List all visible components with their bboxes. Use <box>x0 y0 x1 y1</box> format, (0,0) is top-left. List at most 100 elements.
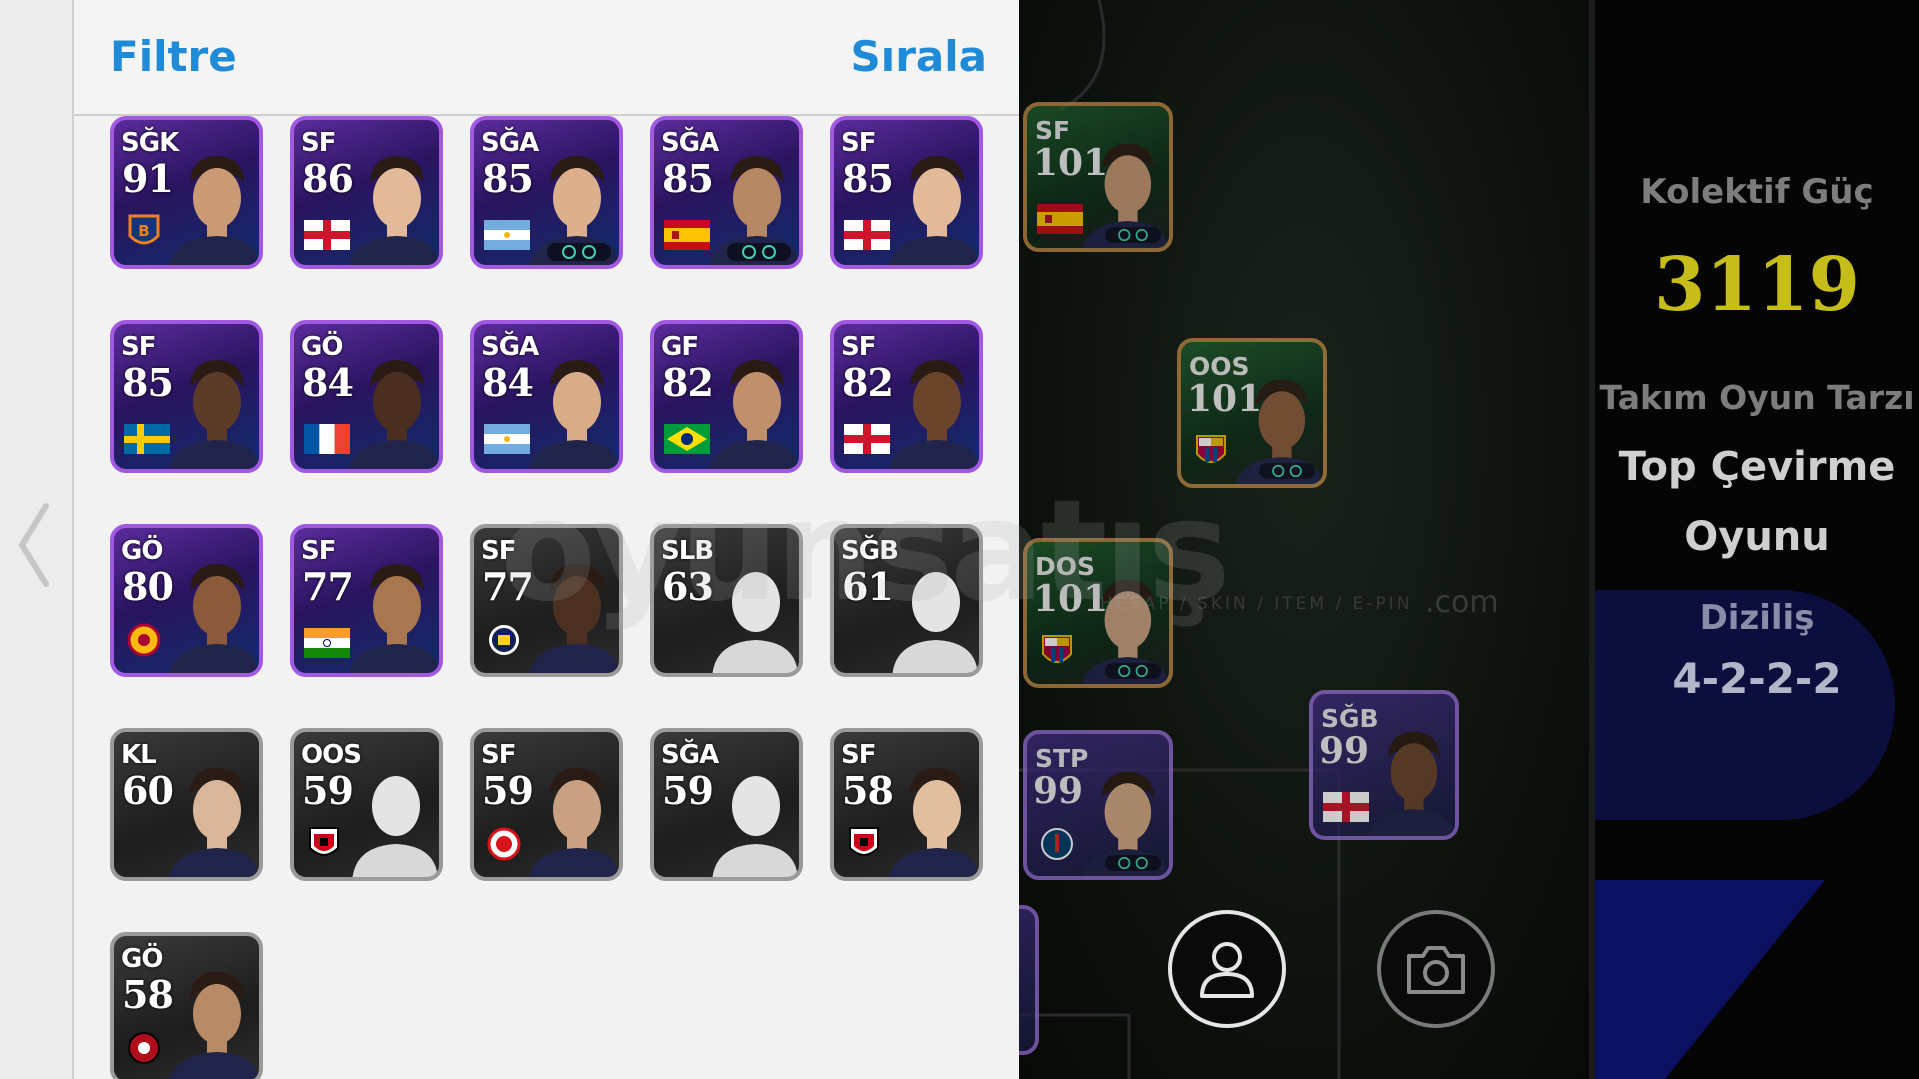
fenerbahce-badge-icon <box>489 625 519 655</box>
karagumruk-badge-icon <box>128 1032 160 1064</box>
player-card[interactable]: GÖ 84 <box>290 320 443 473</box>
filter-button[interactable]: Filtre <box>110 32 237 81</box>
player-portrait <box>169 360 258 469</box>
player-card[interactable]: SF 77 <box>290 524 443 677</box>
player-portrait <box>349 156 438 265</box>
team-style-label: Takım Oyun Tarzı <box>1599 378 1915 417</box>
player-card[interactable]: SF 58 <box>830 728 983 881</box>
slot-position: SĞB <box>1321 704 1379 733</box>
skill-dots-icon <box>727 243 791 261</box>
camera-icon <box>1407 946 1465 994</box>
player-rating: 77 <box>302 564 354 609</box>
player-card[interactable]: SĞA 84 <box>470 320 623 473</box>
player-portrait <box>529 360 618 469</box>
france-flag-icon <box>304 424 350 454</box>
pitch-slot-partial[interactable] <box>1019 905 1039 1055</box>
player-position: SĞA <box>661 740 719 770</box>
player-rating: 86 <box>302 156 354 201</box>
player-portrait <box>709 360 798 469</box>
player-position: SF <box>481 536 516 566</box>
player-portrait <box>889 360 978 469</box>
skill-dots-icon <box>1105 855 1161 871</box>
player-portrait <box>169 972 258 1079</box>
player-portrait <box>349 360 438 469</box>
player-card[interactable]: SF 59 <box>470 728 623 881</box>
player-portrait <box>889 156 978 265</box>
slot-rating: 99 <box>1319 730 1370 772</box>
brazil-flag-icon <box>664 424 710 454</box>
player-card[interactable]: SF 86 <box>290 116 443 269</box>
player-portrait <box>169 564 258 673</box>
player-card[interactable]: SĞA 85 <box>650 116 803 269</box>
slot-position: OOS <box>1189 352 1250 381</box>
player-card[interactable]: KL 60 <box>110 728 263 881</box>
sweden-flag-icon <box>124 424 170 454</box>
player-card[interactable]: SĞA 59 <box>650 728 803 881</box>
pitch-player-slot[interactable]: SF 101 <box>1023 102 1173 252</box>
barcelona-badge-icon <box>1196 435 1226 463</box>
pitch-player-slot[interactable]: STP 99 <box>1023 730 1173 880</box>
slot-position: DOS <box>1035 552 1096 581</box>
player-card[interactable]: SĞK 91 B <box>110 116 263 269</box>
pitch-player-slot[interactable]: SĞB 99 <box>1309 690 1459 840</box>
player-portrait <box>169 768 258 877</box>
player-card[interactable]: SF 77 <box>470 524 623 677</box>
england-flag-icon <box>304 220 350 250</box>
player-card[interactable]: GF 82 <box>650 320 803 473</box>
slot-rating: 101 <box>1033 578 1109 620</box>
player-card[interactable]: GÖ 80 <box>110 524 263 677</box>
spain-flag-icon <box>1037 204 1083 234</box>
player-card[interactable]: SF 85 <box>830 116 983 269</box>
svg-text:B: B <box>138 222 149 240</box>
player-card[interactable]: GÖ 58 <box>110 932 263 1079</box>
basaksehir-badge-icon: B <box>128 214 160 245</box>
camera-button[interactable] <box>1377 910 1495 1028</box>
player-position: SF <box>841 128 876 158</box>
player-rating: 61 <box>842 564 894 609</box>
player-card[interactable]: SĞA 85 <box>470 116 623 269</box>
chevron-left-icon[interactable] <box>14 500 54 590</box>
decorative-band <box>1595 880 1825 1079</box>
pitch-player-slot[interactable]: DOS 101 <box>1023 538 1173 688</box>
pitch-player-slot[interactable]: OOS 101 <box>1177 338 1327 488</box>
slot-position: SF <box>1035 116 1071 145</box>
player-position: SĞA <box>481 332 539 362</box>
player-position: SF <box>841 740 876 770</box>
player-rating: 58 <box>122 972 174 1017</box>
barcelona-badge-icon <box>1042 635 1072 663</box>
england-flag-icon <box>1323 792 1369 822</box>
team-style-value: Top Çevirme Oyunu <box>1595 432 1919 572</box>
slot-rating: 101 <box>1033 142 1109 184</box>
player-rating: 85 <box>842 156 894 201</box>
player-card[interactable]: SĞB 61 <box>830 524 983 677</box>
player-rating: 85 <box>122 360 174 405</box>
formation-label: Diziliş <box>1699 598 1815 638</box>
player-portrait <box>1367 731 1454 836</box>
player-card[interactable]: SF 82 <box>830 320 983 473</box>
player-position: SF <box>841 332 876 362</box>
player-picker-panel: Filtre Sırala SĞK 91 B SF 86 SĞA 85 SĞA 85 SF… <box>72 0 1021 1079</box>
player-silhouette-icon <box>712 572 798 673</box>
player-rating: 80 <box>122 564 174 609</box>
player-view-button[interactable] <box>1168 910 1286 1028</box>
spain-flag-icon <box>664 220 710 250</box>
player-rating: 85 <box>662 156 714 201</box>
player-card[interactable]: SF 85 <box>110 320 263 473</box>
player-position: GÖ <box>121 944 163 974</box>
player-position: SĞA <box>481 128 539 158</box>
player-card[interactable]: OOS 59 <box>290 728 443 881</box>
england-flag-icon <box>844 424 890 454</box>
gaziantep-badge-icon <box>309 827 339 856</box>
player-card[interactable]: SLB 63 <box>650 524 803 677</box>
team-info-panel: Kolektif Güç 3119 Takım Oyun Tarzı Top Ç… <box>1595 0 1919 1079</box>
player-position: OOS <box>301 740 362 770</box>
player-rating: 85 <box>482 156 534 201</box>
player-rating: 84 <box>302 360 354 405</box>
team-style-line1: Top Çevirme <box>1618 444 1896 490</box>
player-portrait <box>529 768 618 877</box>
player-position: SLB <box>661 536 714 566</box>
slot-rating: 101 <box>1187 378 1263 420</box>
collective-power-label: Kolektif Güç <box>1640 172 1874 212</box>
sort-button[interactable]: Sırala <box>851 32 987 81</box>
player-position: GÖ <box>301 332 343 362</box>
